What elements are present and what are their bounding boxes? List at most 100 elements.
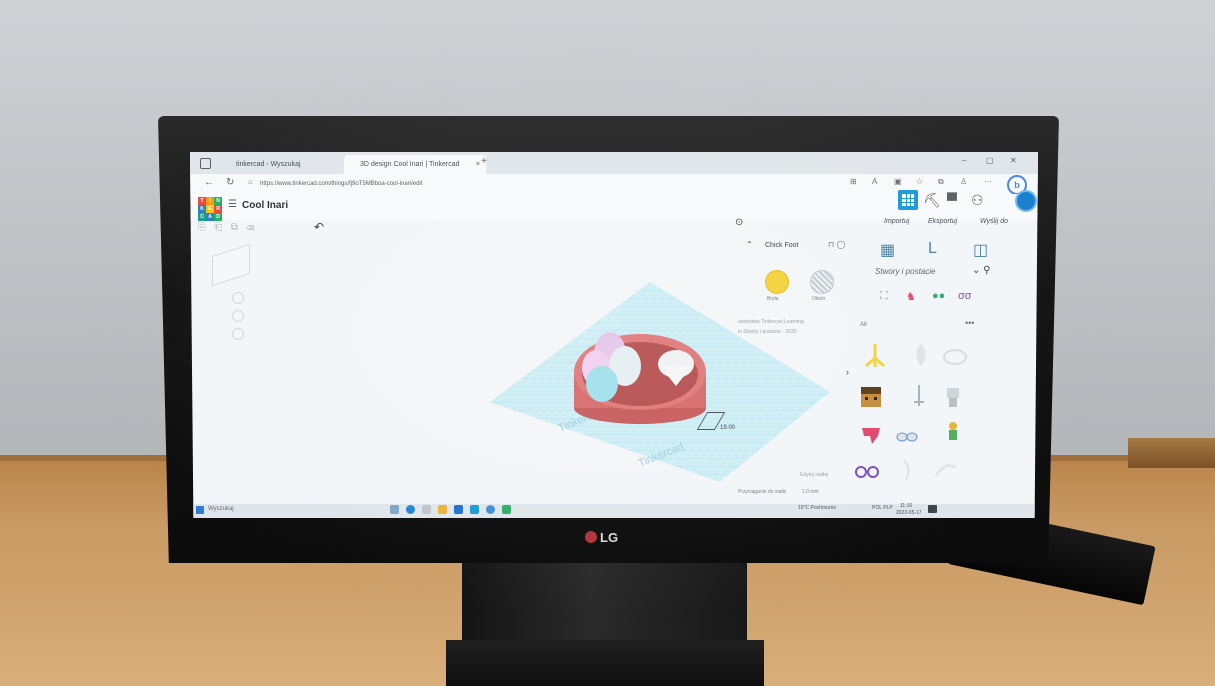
weather-widget[interactable]: 16°C Pochmurno xyxy=(798,505,836,511)
claw-shape[interactable] xyxy=(894,456,920,482)
feather-shape[interactable] xyxy=(908,342,934,368)
explorer-icon[interactable] xyxy=(438,505,447,514)
figure-shape[interactable] xyxy=(940,420,966,446)
shape-author: autorstwa Tinkercad Learning xyxy=(738,319,804,325)
windows-start-icon[interactable] xyxy=(196,506,204,514)
logo-letter: N xyxy=(214,197,222,205)
edit-grid-button[interactable]: Edytuj siatkę xyxy=(800,472,828,478)
hole-button[interactable] xyxy=(810,270,834,294)
delete-icon[interactable]: ⌫ xyxy=(246,222,254,233)
chick-foot-shape[interactable] xyxy=(862,342,888,368)
logo-letter: R xyxy=(214,205,222,213)
new-tab-button[interactable]: + xyxy=(481,156,487,167)
store-icon[interactable] xyxy=(470,505,479,514)
glasses-shape[interactable] xyxy=(854,458,880,484)
language-indicator[interactable]: POL PLP xyxy=(872,505,893,511)
dimension-value: 19.00 xyxy=(720,425,736,431)
category-glasses-icon[interactable]: σσ xyxy=(958,290,972,302)
minimize-button[interactable]: – xyxy=(962,156,966,165)
pickaxe-icon[interactable]: ⛏ xyxy=(923,192,941,209)
search-icon[interactable]: ⌄ ⚲ xyxy=(972,265,990,276)
fit-view-icon[interactable] xyxy=(232,310,244,322)
zoom-in-icon[interactable] xyxy=(232,328,244,340)
paste-icon[interactable]: ⎗ xyxy=(214,222,222,233)
refresh-icon[interactable]: ↻ xyxy=(226,177,234,188)
profile-icon[interactable]: ♙ xyxy=(960,177,967,186)
brand-text: LG xyxy=(600,530,619,545)
bricks-icon[interactable]: ▀ xyxy=(947,192,957,208)
logo-letter: A xyxy=(206,213,214,221)
close-window-button[interactable]: ✕ xyxy=(1010,156,1017,165)
favorites-icon[interactable]: ☆ xyxy=(916,177,923,186)
3d-view-button[interactable] xyxy=(898,190,918,210)
tab-label: tinkercad - Wyszukaj xyxy=(236,161,301,168)
collections-icon[interactable]: ⧉ xyxy=(938,177,944,187)
design-list-icon[interactable]: ☰ xyxy=(228,199,237,210)
monitor-screen: tinkercad - Wyszukaj× 3D design Cool Ina… xyxy=(190,152,1038,518)
basic-shapes-grid-icon[interactable]: ▦ xyxy=(880,240,895,260)
category-frame-icon[interactable]: ⛶ xyxy=(880,290,888,303)
design-title[interactable]: Cool Inari xyxy=(242,200,288,211)
edit-toolbar: ⎘ ⎗ ⧉ ⌫ xyxy=(198,222,254,233)
task-view-icon[interactable] xyxy=(390,505,399,514)
letters-icon[interactable]: L xyxy=(928,240,937,258)
send-to-button[interactable]: Wyślij do xyxy=(980,218,1008,225)
reader-icon[interactable]: ⊞ xyxy=(850,177,857,186)
read-aloud-icon[interactable]: A xyxy=(872,177,877,186)
edge-icon[interactable] xyxy=(406,505,415,514)
inspector-shape-name: Chick Foot xyxy=(765,242,799,249)
solid-button[interactable] xyxy=(765,270,789,294)
duplicate-icon[interactable]: ⧉ xyxy=(231,222,238,233)
clock-date[interactable]: 2023-05-17 xyxy=(896,510,922,516)
close-icon[interactable]: × xyxy=(476,155,480,174)
library-category-select[interactable]: Stwory i postacie xyxy=(875,267,935,276)
tinkercad-logo[interactable]: T I N K E R C A D xyxy=(198,197,222,221)
chrome-icon[interactable] xyxy=(486,505,495,514)
lock-icon[interactable]: ⊓ ◯ xyxy=(828,240,845,249)
ear-shape[interactable] xyxy=(942,344,968,370)
tab-search[interactable]: tinkercad - Wyszukaj× xyxy=(220,155,356,174)
url-field[interactable]: https://www.tinkercad.com/things/fj9oT5M… xyxy=(260,178,560,190)
head-shape[interactable] xyxy=(858,384,884,410)
filter-all[interactable]: All xyxy=(860,322,867,328)
collapse-caret-icon[interactable]: ⌃ xyxy=(746,240,753,249)
undo-icon[interactable]: ↶ xyxy=(314,220,324,234)
logo-letter: C xyxy=(198,213,206,221)
clock-time[interactable]: 11:16 xyxy=(900,503,912,509)
more-menu-icon[interactable]: ··· xyxy=(984,177,992,186)
category-eyes-icon[interactable]: ●● xyxy=(932,290,945,302)
creature-shape[interactable] xyxy=(858,422,884,448)
copy-icon[interactable]: ⎘ xyxy=(198,222,206,233)
add-user-icon[interactable]: ⚇ xyxy=(971,192,984,209)
workplane[interactable]: Tinkercad Tinkercad xyxy=(490,282,830,482)
files-icon[interactable] xyxy=(422,505,431,514)
shape-settings-icon[interactable]: ⊙ xyxy=(735,217,743,228)
monitor-logo: LG xyxy=(585,530,645,546)
category-creature-icon[interactable]: ♞ xyxy=(906,290,916,303)
app-icon[interactable]: ▣ xyxy=(894,177,902,186)
more-options-icon[interactable]: ••• xyxy=(965,318,974,328)
notes-icon[interactable]: ◫ xyxy=(973,240,988,260)
avatar[interactable] xyxy=(1015,190,1037,212)
taskbar-search[interactable]: Wyszukaj xyxy=(208,506,234,512)
eyes-shape[interactable] xyxy=(894,424,920,450)
sword-shape[interactable] xyxy=(906,384,932,410)
mail-icon[interactable] xyxy=(454,505,463,514)
home-view-icon[interactable] xyxy=(232,292,244,304)
back-arrow-icon[interactable]: ← xyxy=(204,177,214,188)
collapse-panel-icon[interactable]: › xyxy=(846,367,849,377)
notifications-icon[interactable] xyxy=(928,505,937,513)
tail-shape[interactable] xyxy=(932,456,958,482)
tab-actions-icon[interactable] xyxy=(200,158,211,169)
solid-label: Bryła xyxy=(767,296,779,302)
view-cube[interactable] xyxy=(212,243,250,287)
logo-letter: D xyxy=(214,213,222,221)
snap-grid-select[interactable]: 1.0 mm xyxy=(802,489,819,495)
export-button[interactable]: Eksportuj xyxy=(928,218,957,225)
robot-shape[interactable] xyxy=(940,384,966,410)
monitor-stand-base xyxy=(446,640,764,686)
import-button[interactable]: Importuj xyxy=(884,218,909,225)
maximize-button[interactable]: ▢ xyxy=(986,156,994,165)
tab-tinkercad[interactable]: 3D design Cool Inari | Tinkercad × xyxy=(344,155,486,174)
app-icon-green[interactable] xyxy=(502,505,511,514)
